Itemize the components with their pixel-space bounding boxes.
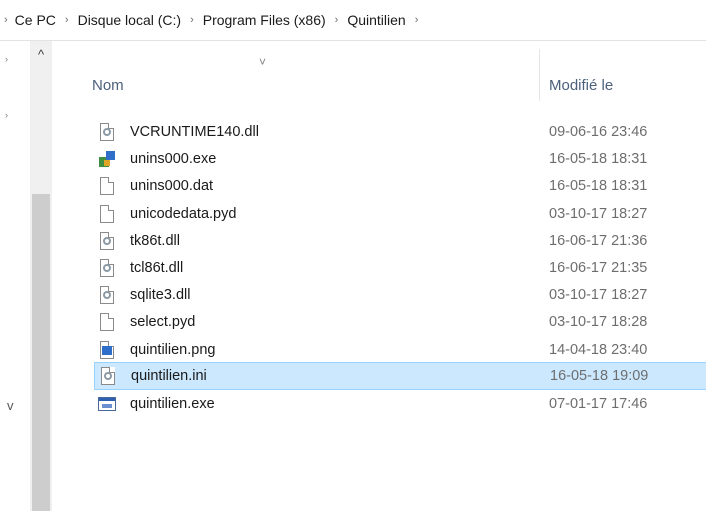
vertical-scrollbar[interactable]: ^ — [30, 41, 52, 511]
file-date: 16-05-18 18:31 — [549, 178, 648, 194]
dll-icon — [97, 285, 117, 305]
list-item[interactable]: sqlite3.dll 03-10-17 18:27 — [94, 281, 706, 309]
file-icon — [97, 176, 117, 196]
file-name: tk86t.dll — [130, 233, 180, 249]
breadcrumb-item-disque-local[interactable]: Disque local (C:) — [78, 12, 181, 28]
column-divider[interactable] — [539, 49, 540, 101]
file-name: quintilien.ini — [131, 368, 207, 384]
scrollbar-thumb[interactable] — [32, 194, 50, 511]
exe-icon — [97, 394, 117, 414]
file-date: 03-10-17 18:27 — [549, 287, 648, 303]
file-name: quintilien.png — [130, 342, 216, 358]
expand-arrow-icon[interactable]: › — [5, 110, 8, 120]
file-date: 16-06-17 21:36 — [549, 233, 648, 249]
file-date: 03-10-17 18:27 — [549, 206, 648, 222]
file-icon — [97, 204, 117, 224]
file-name: VCRUNTIME140.dll — [130, 124, 259, 140]
list-item[interactable]: unins000.exe 16-05-18 18:31 — [94, 145, 706, 173]
breadcrumb-separator-icon[interactable]: › — [190, 14, 194, 26]
file-name: sqlite3.dll — [130, 287, 191, 303]
file-date: 09-06-16 23:46 — [549, 124, 648, 140]
file-date: 16-06-17 21:35 — [549, 260, 648, 276]
file-date: 16-05-18 19:09 — [550, 368, 649, 384]
breadcrumb-separator-icon[interactable]: › — [415, 14, 419, 26]
list-item-selected[interactable]: quintilien.ini 16-05-18 19:09 — [94, 362, 706, 390]
file-date: 03-10-17 18:28 — [549, 314, 648, 330]
breadcrumb: › Ce PC › Disque local (C:) › Program Fi… — [0, 0, 706, 41]
list-item[interactable]: tcl86t.dll 16-06-17 21:35 — [94, 254, 706, 282]
list-item[interactable]: quintilien.exe 07-01-17 17:46 — [94, 390, 706, 418]
list-item[interactable]: quintilien.png 14-04-18 23:40 — [94, 336, 706, 364]
column-header: ˅ Nom Modifié le — [52, 41, 706, 101]
file-name: quintilien.exe — [130, 396, 215, 412]
list-item[interactable]: select.pyd 03-10-17 18:28 — [94, 308, 706, 336]
file-name: unins000.dat — [130, 178, 214, 194]
file-icon — [97, 312, 117, 332]
file-date: 16-05-18 18:31 — [549, 151, 648, 167]
dll-icon — [97, 122, 117, 142]
scroll-up-icon[interactable]: ^ — [30, 41, 52, 67]
file-date: 07-01-17 17:46 — [549, 396, 648, 412]
list-item[interactable]: unicodedata.pyd 03-10-17 18:27 — [94, 200, 706, 228]
image-icon — [97, 340, 117, 360]
file-name: unicodedata.pyd — [130, 206, 237, 222]
breadcrumb-item-program-files[interactable]: Program Files (x86) — [203, 12, 326, 28]
settings-file-icon — [98, 366, 118, 386]
breadcrumb-item-quintilien[interactable]: Quintilien — [347, 12, 405, 28]
dll-icon — [97, 258, 117, 278]
nav-pane-chevron-icon[interactable]: v — [7, 398, 14, 413]
breadcrumb-separator-icon[interactable]: › — [335, 14, 339, 26]
expand-arrow-icon[interactable]: › — [5, 54, 8, 64]
list-item[interactable]: unins000.dat 16-05-18 18:31 — [94, 172, 706, 200]
file-name: select.pyd — [130, 314, 196, 330]
column-header-name[interactable]: Nom — [92, 77, 124, 94]
column-header-modified[interactable]: Modifié le — [549, 77, 613, 94]
navigation-pane: › › — [0, 41, 30, 511]
list-item[interactable]: VCRUNTIME140.dll 09-06-16 23:46 — [94, 118, 706, 146]
breadcrumb-separator-icon[interactable]: › — [4, 14, 8, 26]
setup-icon — [97, 149, 117, 169]
breadcrumb-item-ce-pc[interactable]: Ce PC — [15, 12, 56, 28]
list-item[interactable]: tk86t.dll 16-06-17 21:36 — [94, 227, 706, 255]
file-name: unins000.exe — [130, 151, 217, 167]
dll-icon — [97, 231, 117, 251]
file-name: tcl86t.dll — [130, 260, 184, 276]
sort-chevron-icon: ˅ — [259, 55, 267, 69]
breadcrumb-separator-icon[interactable]: › — [65, 14, 69, 26]
file-date: 14-04-18 23:40 — [549, 342, 648, 358]
